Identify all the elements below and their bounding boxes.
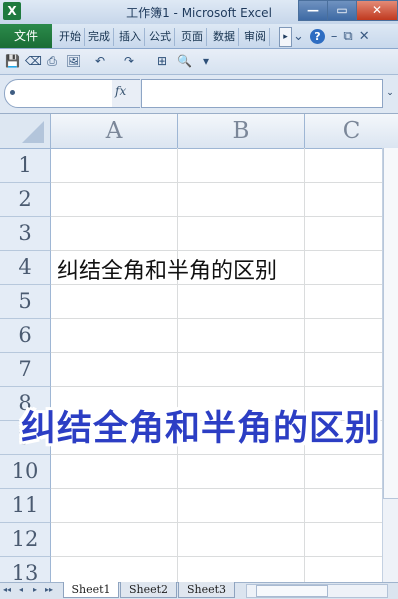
close-window-button[interactable]: ✕ — [356, 0, 398, 21]
horizontal-scroll-thumb[interactable] — [256, 585, 328, 597]
name-box[interactable] — [4, 79, 114, 108]
gridline — [51, 216, 398, 217]
sheet-tab-sheet1[interactable]: Sheet1 — [63, 582, 119, 598]
row-header-7[interactable]: 7 — [0, 353, 51, 387]
window-close-icon[interactable]: ✕ — [359, 29, 370, 44]
insert-function-icon[interactable]: fx — [115, 84, 126, 98]
tab-complete[interactable]: 完成 — [85, 28, 114, 46]
column-header-a[interactable]: A — [51, 114, 178, 149]
print-preview-icon[interactable]: 🔍 — [177, 54, 192, 68]
gridline — [51, 556, 398, 557]
row-header-11[interactable]: 11 — [0, 489, 51, 523]
ribbon-tabs-scroll-button[interactable]: ▸ — [279, 27, 292, 47]
vertical-scroll-thumb[interactable] — [383, 148, 398, 499]
picture-icon[interactable]: 🖼 — [66, 54, 81, 68]
column-header-c[interactable]: C — [305, 114, 398, 149]
tab-review[interactable]: 审阅 — [241, 28, 270, 46]
first-sheet-icon[interactable]: ◂◂ — [2, 584, 12, 596]
save-icon[interactable]: 💾 — [5, 54, 20, 68]
cell-a4[interactable]: 纠结全角和半角的区别 — [57, 253, 277, 285]
row-header-2[interactable]: 2 — [0, 183, 51, 217]
tab-formulas[interactable]: 公式 — [146, 28, 175, 46]
redo-icon[interactable]: ↷ — [122, 54, 136, 68]
gridline — [51, 386, 398, 387]
row-header-13[interactable]: 13 — [0, 557, 51, 582]
maximize-window-button[interactable]: ▭ — [327, 0, 357, 21]
gridline — [51, 454, 398, 455]
sheet-tab-sheet3[interactable]: Sheet3 — [178, 582, 235, 598]
window-controls: — ▭ ✕ — [298, 0, 398, 21]
video-caption-overlay: 纠结全角和半角的区别 — [20, 409, 381, 449]
undo-icon[interactable]: ↶ — [93, 54, 107, 68]
row-header-5[interactable]: 5 — [0, 285, 51, 319]
row-header-6[interactable]: 6 — [0, 319, 51, 353]
customize-toolbar-icon[interactable]: ▾ — [199, 54, 213, 68]
gridline — [51, 182, 398, 183]
eraser-icon[interactable]: ⌫ — [25, 54, 42, 68]
tab-insert[interactable]: 插入 — [116, 28, 145, 46]
gridline — [177, 148, 178, 582]
gridline — [51, 522, 398, 523]
print-icon[interactable]: ⎙ — [45, 54, 59, 68]
column-header-b[interactable]: B — [178, 114, 305, 149]
tab-data[interactable]: 数据 — [210, 28, 239, 46]
name-box-grip-icon — [10, 90, 15, 95]
help-icon[interactable]: ? — [309, 28, 325, 44]
formula-input[interactable] — [141, 79, 383, 108]
gridline — [51, 250, 398, 251]
row-header-12[interactable]: 12 — [0, 523, 51, 557]
window-minimize-icon[interactable]: – — [331, 29, 338, 44]
ribbon-right-icons: ⌄ ? – ⧉ ✕ — [293, 26, 370, 46]
last-sheet-icon[interactable]: ▸▸ — [44, 584, 54, 596]
previous-sheet-icon[interactable]: ◂ — [16, 584, 26, 596]
minimize-window-button[interactable]: — — [298, 0, 328, 21]
gridline — [51, 488, 398, 489]
row-header-4[interactable]: 4 — [0, 251, 51, 285]
gridline — [51, 318, 398, 319]
minimize-ribbon-icon[interactable]: ⌄ — [293, 29, 304, 44]
window-restore-icon[interactable]: ⧉ — [343, 29, 352, 44]
tab-home[interactable]: 开始 — [56, 28, 85, 46]
select-all-triangle-icon — [22, 121, 44, 143]
row-header-3[interactable]: 3 — [0, 217, 51, 251]
tab-page-layout[interactable]: 页面 — [178, 28, 207, 46]
borders-icon[interactable]: ⊞ — [155, 54, 169, 68]
tab-file[interactable]: 文件 — [0, 24, 52, 48]
expand-formula-bar-icon[interactable]: ⌄ — [383, 80, 397, 106]
row-header-1[interactable]: 1 — [0, 149, 51, 183]
next-sheet-icon[interactable]: ▸ — [30, 584, 40, 596]
gridline — [51, 352, 398, 353]
gridline — [304, 148, 305, 582]
sheet-tab-sheet2[interactable]: Sheet2 — [120, 582, 177, 598]
worksheet-grid[interactable]: A B C 1 2 3 4 5 6 7 8 9 10 11 12 13 纠结全角… — [0, 114, 398, 582]
row-header-10[interactable]: 10 — [0, 455, 51, 489]
